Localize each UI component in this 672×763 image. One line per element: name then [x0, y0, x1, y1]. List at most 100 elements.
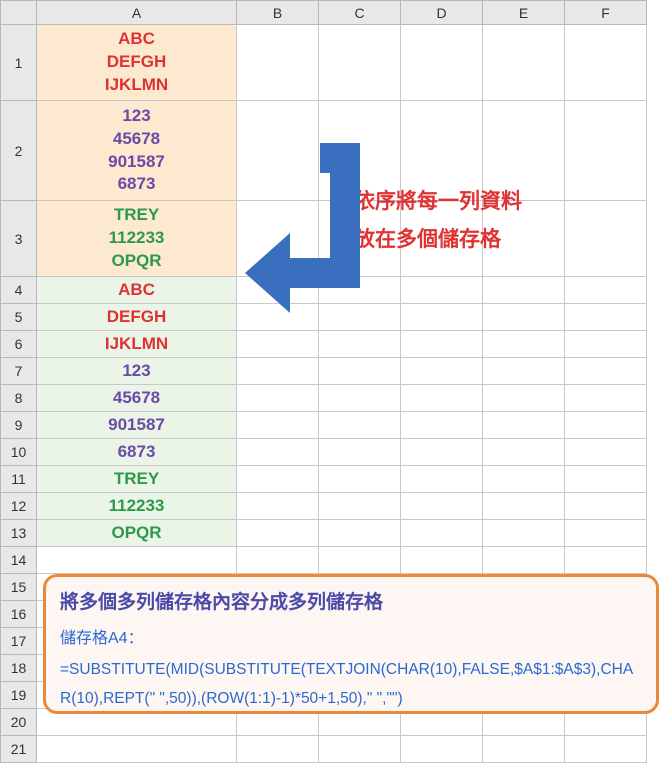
row-header-15[interactable]: 15: [1, 574, 37, 601]
cell-F10[interactable]: [565, 439, 647, 466]
cell-F3[interactable]: [565, 201, 647, 277]
cell-F9[interactable]: [565, 412, 647, 439]
cell-B9[interactable]: [237, 412, 319, 439]
cell-A3[interactable]: TREY 112233 OPQR: [37, 201, 237, 277]
col-header-D[interactable]: D: [401, 1, 483, 25]
cell-B14[interactable]: [237, 547, 319, 574]
cell-D12[interactable]: [401, 493, 483, 520]
row-header-6[interactable]: 6: [1, 331, 37, 358]
cell-A10[interactable]: 6873: [37, 439, 237, 466]
cell-F2[interactable]: [565, 101, 647, 201]
cell-F21[interactable]: [565, 736, 647, 763]
cell-B3[interactable]: [237, 201, 319, 277]
row-header-11[interactable]: 11: [1, 466, 37, 493]
corner-cell[interactable]: [1, 1, 37, 25]
cell-F7[interactable]: [565, 358, 647, 385]
row-header-14[interactable]: 14: [1, 547, 37, 574]
row-header-12[interactable]: 12: [1, 493, 37, 520]
cell-D14[interactable]: [401, 547, 483, 574]
row-header-4[interactable]: 4: [1, 277, 37, 304]
cell-F13[interactable]: [565, 520, 647, 547]
cell-B21[interactable]: [237, 736, 319, 763]
cell-C4[interactable]: [319, 277, 401, 304]
cell-A8[interactable]: 45678: [37, 385, 237, 412]
row-header-1[interactable]: 1: [1, 25, 37, 101]
row-header-13[interactable]: 13: [1, 520, 37, 547]
cell-F12[interactable]: [565, 493, 647, 520]
cell-B2[interactable]: [237, 101, 319, 201]
cell-B10[interactable]: [237, 439, 319, 466]
cell-D10[interactable]: [401, 439, 483, 466]
col-header-C[interactable]: C: [319, 1, 401, 25]
cell-F6[interactable]: [565, 331, 647, 358]
cell-B4[interactable]: [237, 277, 319, 304]
cell-E9[interactable]: [483, 412, 565, 439]
cell-B6[interactable]: [237, 331, 319, 358]
cell-B13[interactable]: [237, 520, 319, 547]
col-header-E[interactable]: E: [483, 1, 565, 25]
col-header-A[interactable]: A: [37, 1, 237, 25]
cell-A6[interactable]: IJKLMN: [37, 331, 237, 358]
cell-E4[interactable]: [483, 277, 565, 304]
cell-F4[interactable]: [565, 277, 647, 304]
cell-C11[interactable]: [319, 466, 401, 493]
cell-B1[interactable]: [237, 25, 319, 101]
cell-E13[interactable]: [483, 520, 565, 547]
cell-C7[interactable]: [319, 358, 401, 385]
cell-E14[interactable]: [483, 547, 565, 574]
cell-E5[interactable]: [483, 304, 565, 331]
row-header-21[interactable]: 21: [1, 736, 37, 763]
cell-E11[interactable]: [483, 466, 565, 493]
cell-E21[interactable]: [483, 736, 565, 763]
row-header-7[interactable]: 7: [1, 358, 37, 385]
cell-D11[interactable]: [401, 466, 483, 493]
cell-B8[interactable]: [237, 385, 319, 412]
cell-A13[interactable]: OPQR: [37, 520, 237, 547]
cell-C21[interactable]: [319, 736, 401, 763]
cell-A11[interactable]: TREY: [37, 466, 237, 493]
col-header-F[interactable]: F: [565, 1, 647, 25]
cell-C6[interactable]: [319, 331, 401, 358]
cell-A5[interactable]: DEFGH: [37, 304, 237, 331]
row-header-18[interactable]: 18: [1, 655, 37, 682]
cell-E10[interactable]: [483, 439, 565, 466]
cell-B7[interactable]: [237, 358, 319, 385]
cell-D5[interactable]: [401, 304, 483, 331]
cell-C9[interactable]: [319, 412, 401, 439]
cell-C13[interactable]: [319, 520, 401, 547]
cell-F14[interactable]: [565, 547, 647, 574]
cell-A4[interactable]: ABC: [37, 277, 237, 304]
cell-F1[interactable]: [565, 25, 647, 101]
cell-F5[interactable]: [565, 304, 647, 331]
cell-D7[interactable]: [401, 358, 483, 385]
row-header-3[interactable]: 3: [1, 201, 37, 277]
cell-D4[interactable]: [401, 277, 483, 304]
cell-A12[interactable]: 112233: [37, 493, 237, 520]
cell-E8[interactable]: [483, 385, 565, 412]
cell-F11[interactable]: [565, 466, 647, 493]
cell-A14[interactable]: [37, 547, 237, 574]
cell-F8[interactable]: [565, 385, 647, 412]
row-header-20[interactable]: 20: [1, 709, 37, 736]
cell-C10[interactable]: [319, 439, 401, 466]
col-header-B[interactable]: B: [237, 1, 319, 25]
row-header-9[interactable]: 9: [1, 412, 37, 439]
cell-C8[interactable]: [319, 385, 401, 412]
cell-E6[interactable]: [483, 331, 565, 358]
row-header-5[interactable]: 5: [1, 304, 37, 331]
cell-A21[interactable]: [37, 736, 237, 763]
cell-B5[interactable]: [237, 304, 319, 331]
cell-A2[interactable]: 123 45678 901587 6873: [37, 101, 237, 201]
cell-D1[interactable]: [401, 25, 483, 101]
row-header-2[interactable]: 2: [1, 101, 37, 201]
cell-A9[interactable]: 901587: [37, 412, 237, 439]
cell-E1[interactable]: [483, 25, 565, 101]
cell-D13[interactable]: [401, 520, 483, 547]
cell-C14[interactable]: [319, 547, 401, 574]
cell-C12[interactable]: [319, 493, 401, 520]
row-header-19[interactable]: 19: [1, 682, 37, 709]
cell-B12[interactable]: [237, 493, 319, 520]
row-header-8[interactable]: 8: [1, 385, 37, 412]
cell-D8[interactable]: [401, 385, 483, 412]
row-header-10[interactable]: 10: [1, 439, 37, 466]
